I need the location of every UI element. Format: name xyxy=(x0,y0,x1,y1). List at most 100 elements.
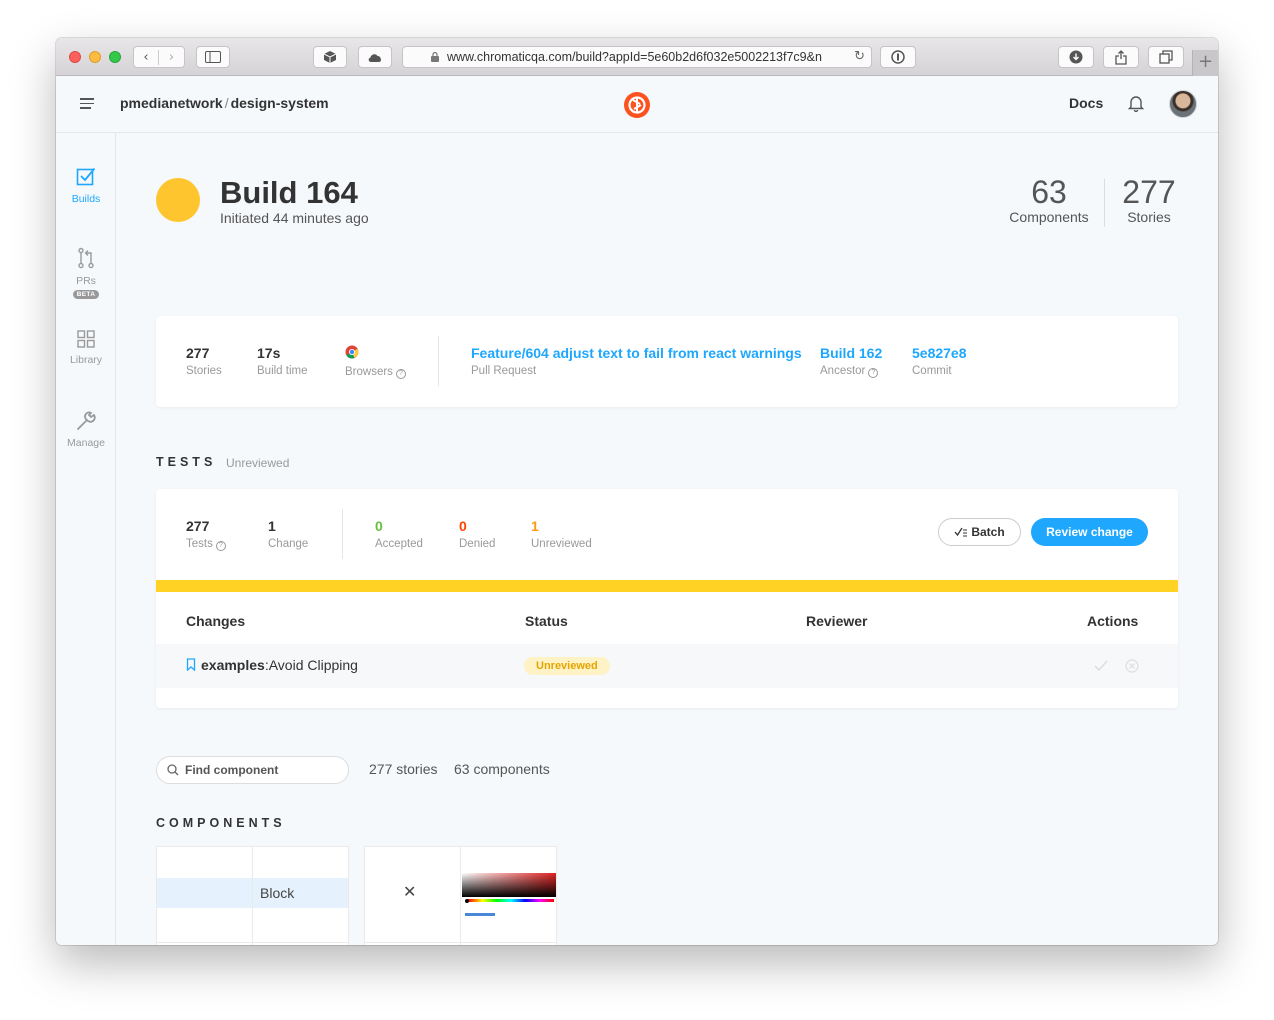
info-divider xyxy=(438,336,439,386)
breadcrumb: pmedianetwork / design-system xyxy=(120,95,329,111)
breadcrumb-repo[interactable]: design-system xyxy=(231,95,329,111)
component-card[interactable]: Block xyxy=(156,846,349,945)
new-tab-button[interactable]: + xyxy=(1192,50,1218,76)
extension-button[interactable] xyxy=(313,46,347,68)
sidebar-item-label: PRs xyxy=(76,275,96,287)
color-picker-preview xyxy=(462,873,556,897)
build-initiated-time: Initiated 44 minutes ago xyxy=(220,210,369,226)
build-time-value: 17s xyxy=(257,345,281,361)
components-label: Components xyxy=(1009,209,1089,225)
sidebar-item-label: Builds xyxy=(71,193,101,205)
deny-x-icon[interactable] xyxy=(1125,659,1139,673)
menu-icon[interactable] xyxy=(80,98,94,112)
batch-button[interactable]: Batch xyxy=(938,518,1021,546)
share-icon xyxy=(1115,49,1127,65)
sidebar-icon xyxy=(205,51,221,63)
story-name: Avoid Clipping xyxy=(268,657,358,673)
back-icon[interactable]: ‹ xyxy=(134,49,160,65)
component-card[interactable]: ✕ xyxy=(364,846,557,945)
column-header-reviewer: Reviewer xyxy=(806,613,868,629)
password-button[interactable] xyxy=(880,46,916,68)
app-header: pmedianetwork / design-system Docs xyxy=(56,76,1218,133)
breadcrumb-org[interactable]: pmedianetwork xyxy=(120,95,223,111)
tests-change: 1 Change xyxy=(268,518,308,550)
cloud-icon xyxy=(368,53,381,62)
review-change-button[interactable]: Review change xyxy=(1031,518,1148,546)
beta-badge: BETA xyxy=(72,290,100,299)
tabs-overview-button[interactable] xyxy=(1148,46,1184,68)
table-row[interactable]: examples:Avoid Clipping Unreviewed xyxy=(156,644,1178,688)
change-name[interactable]: examples:Avoid Clipping xyxy=(186,657,358,673)
info-ancestor[interactable]: Build 162 Ancestor? xyxy=(820,345,882,378)
browser-window: ‹ › www.chromaticqa.com/build?appId=5e60… xyxy=(56,38,1218,945)
zoom-window-button[interactable] xyxy=(109,51,121,63)
sidebar-item-prs[interactable]: PRs BETA xyxy=(56,247,116,299)
address-bar[interactable]: www.chromaticqa.com/build?appId=5e60b2d6… xyxy=(402,46,872,68)
docs-link[interactable]: Docs xyxy=(1069,95,1103,111)
card-divider xyxy=(157,942,348,943)
help-icon[interactable]: ? xyxy=(215,541,226,551)
stories-count: 277 xyxy=(1122,174,1176,210)
tests-unreviewed: 1 Unreviewed xyxy=(531,518,592,550)
components-count-stat: 63 Components xyxy=(1002,175,1096,225)
tests-divider xyxy=(342,509,343,559)
forward-icon[interactable]: › xyxy=(159,50,184,65)
tests-accepted: 0 Accepted xyxy=(375,518,423,550)
find-component-input[interactable]: Find component xyxy=(156,756,349,784)
sidebar-toggle-button[interactable] xyxy=(196,46,230,68)
components-total: 63 components xyxy=(454,761,550,777)
tests-denied: 0 Denied xyxy=(459,518,495,550)
help-icon[interactable]: ? xyxy=(395,369,406,379)
chrome-icon xyxy=(345,345,359,359)
sidebar: Builds PRs BETA Library Manage xyxy=(56,133,116,945)
unreviewed-label: Unreviewed xyxy=(531,538,592,550)
tests-label: Tests xyxy=(186,538,213,550)
slider-handle-preview xyxy=(465,899,469,903)
info-browsers[interactable]: Browsers? xyxy=(345,345,406,379)
info-build-time: 17s Build time xyxy=(257,345,308,377)
ancestor-build-link[interactable]: Build 162 xyxy=(820,345,882,361)
avatar[interactable] xyxy=(1169,90,1197,118)
minimize-window-button[interactable] xyxy=(89,51,101,63)
password-icon xyxy=(891,50,905,64)
component-preview-label: Block xyxy=(260,885,295,901)
pull-request-link[interactable]: Feature/604 adjust text to fail from rea… xyxy=(471,345,802,361)
unreviewed-value: 1 xyxy=(531,518,539,534)
help-icon[interactable]: ? xyxy=(868,368,879,378)
accept-check-icon[interactable] xyxy=(1094,660,1108,671)
share-button[interactable] xyxy=(1103,46,1139,68)
card-divider xyxy=(460,847,461,945)
commit-link[interactable]: 5e827e8 xyxy=(912,345,967,361)
url-text: www.chromaticqa.com/build?appId=5e60b2d6… xyxy=(447,50,822,64)
card-divider xyxy=(365,942,556,943)
sidebar-item-manage[interactable]: Manage xyxy=(56,411,116,449)
downloads-button[interactable] xyxy=(1058,46,1094,68)
components-section-title: COMPONENTS xyxy=(156,816,286,830)
info-commit[interactable]: 5e827e8 Commit xyxy=(912,345,967,377)
browser-toolbar: ‹ › www.chromaticqa.com/build?appId=5e60… xyxy=(56,38,1218,76)
search-icon xyxy=(167,764,179,776)
close-window-button[interactable] xyxy=(69,51,81,63)
reload-icon[interactable]: ↻ xyxy=(854,49,865,64)
build-status-indicator xyxy=(156,178,200,222)
bell-icon[interactable] xyxy=(1128,94,1144,112)
sidebar-item-library[interactable]: Library xyxy=(56,330,116,366)
pull-request-icon xyxy=(78,247,94,269)
tests-total: 277 Tests? xyxy=(186,518,226,551)
build-info-card: 277 Stories 17s Build time Browsers ? Fe… xyxy=(156,316,1178,407)
search-placeholder: Find component xyxy=(185,763,279,777)
sidebar-item-builds[interactable]: Builds xyxy=(56,167,116,205)
denied-value: 0 xyxy=(459,518,467,534)
info-stories-value: 277 xyxy=(186,345,210,361)
denied-label: Denied xyxy=(459,538,496,550)
bookmark-icon xyxy=(186,658,196,672)
library-grid-icon xyxy=(77,330,95,348)
info-pull-request[interactable]: Feature/604 adjust text to fail from rea… xyxy=(471,345,802,377)
ancestor-label: Ancestor xyxy=(820,365,866,377)
chromatic-logo-icon[interactable] xyxy=(623,91,651,119)
change-label: Change xyxy=(268,538,309,550)
cloud-button[interactable] xyxy=(358,46,392,68)
back-forward-buttons[interactable]: ‹ › xyxy=(133,46,185,68)
component-name: examples xyxy=(201,657,265,673)
accepted-label: Accepted xyxy=(375,538,423,550)
